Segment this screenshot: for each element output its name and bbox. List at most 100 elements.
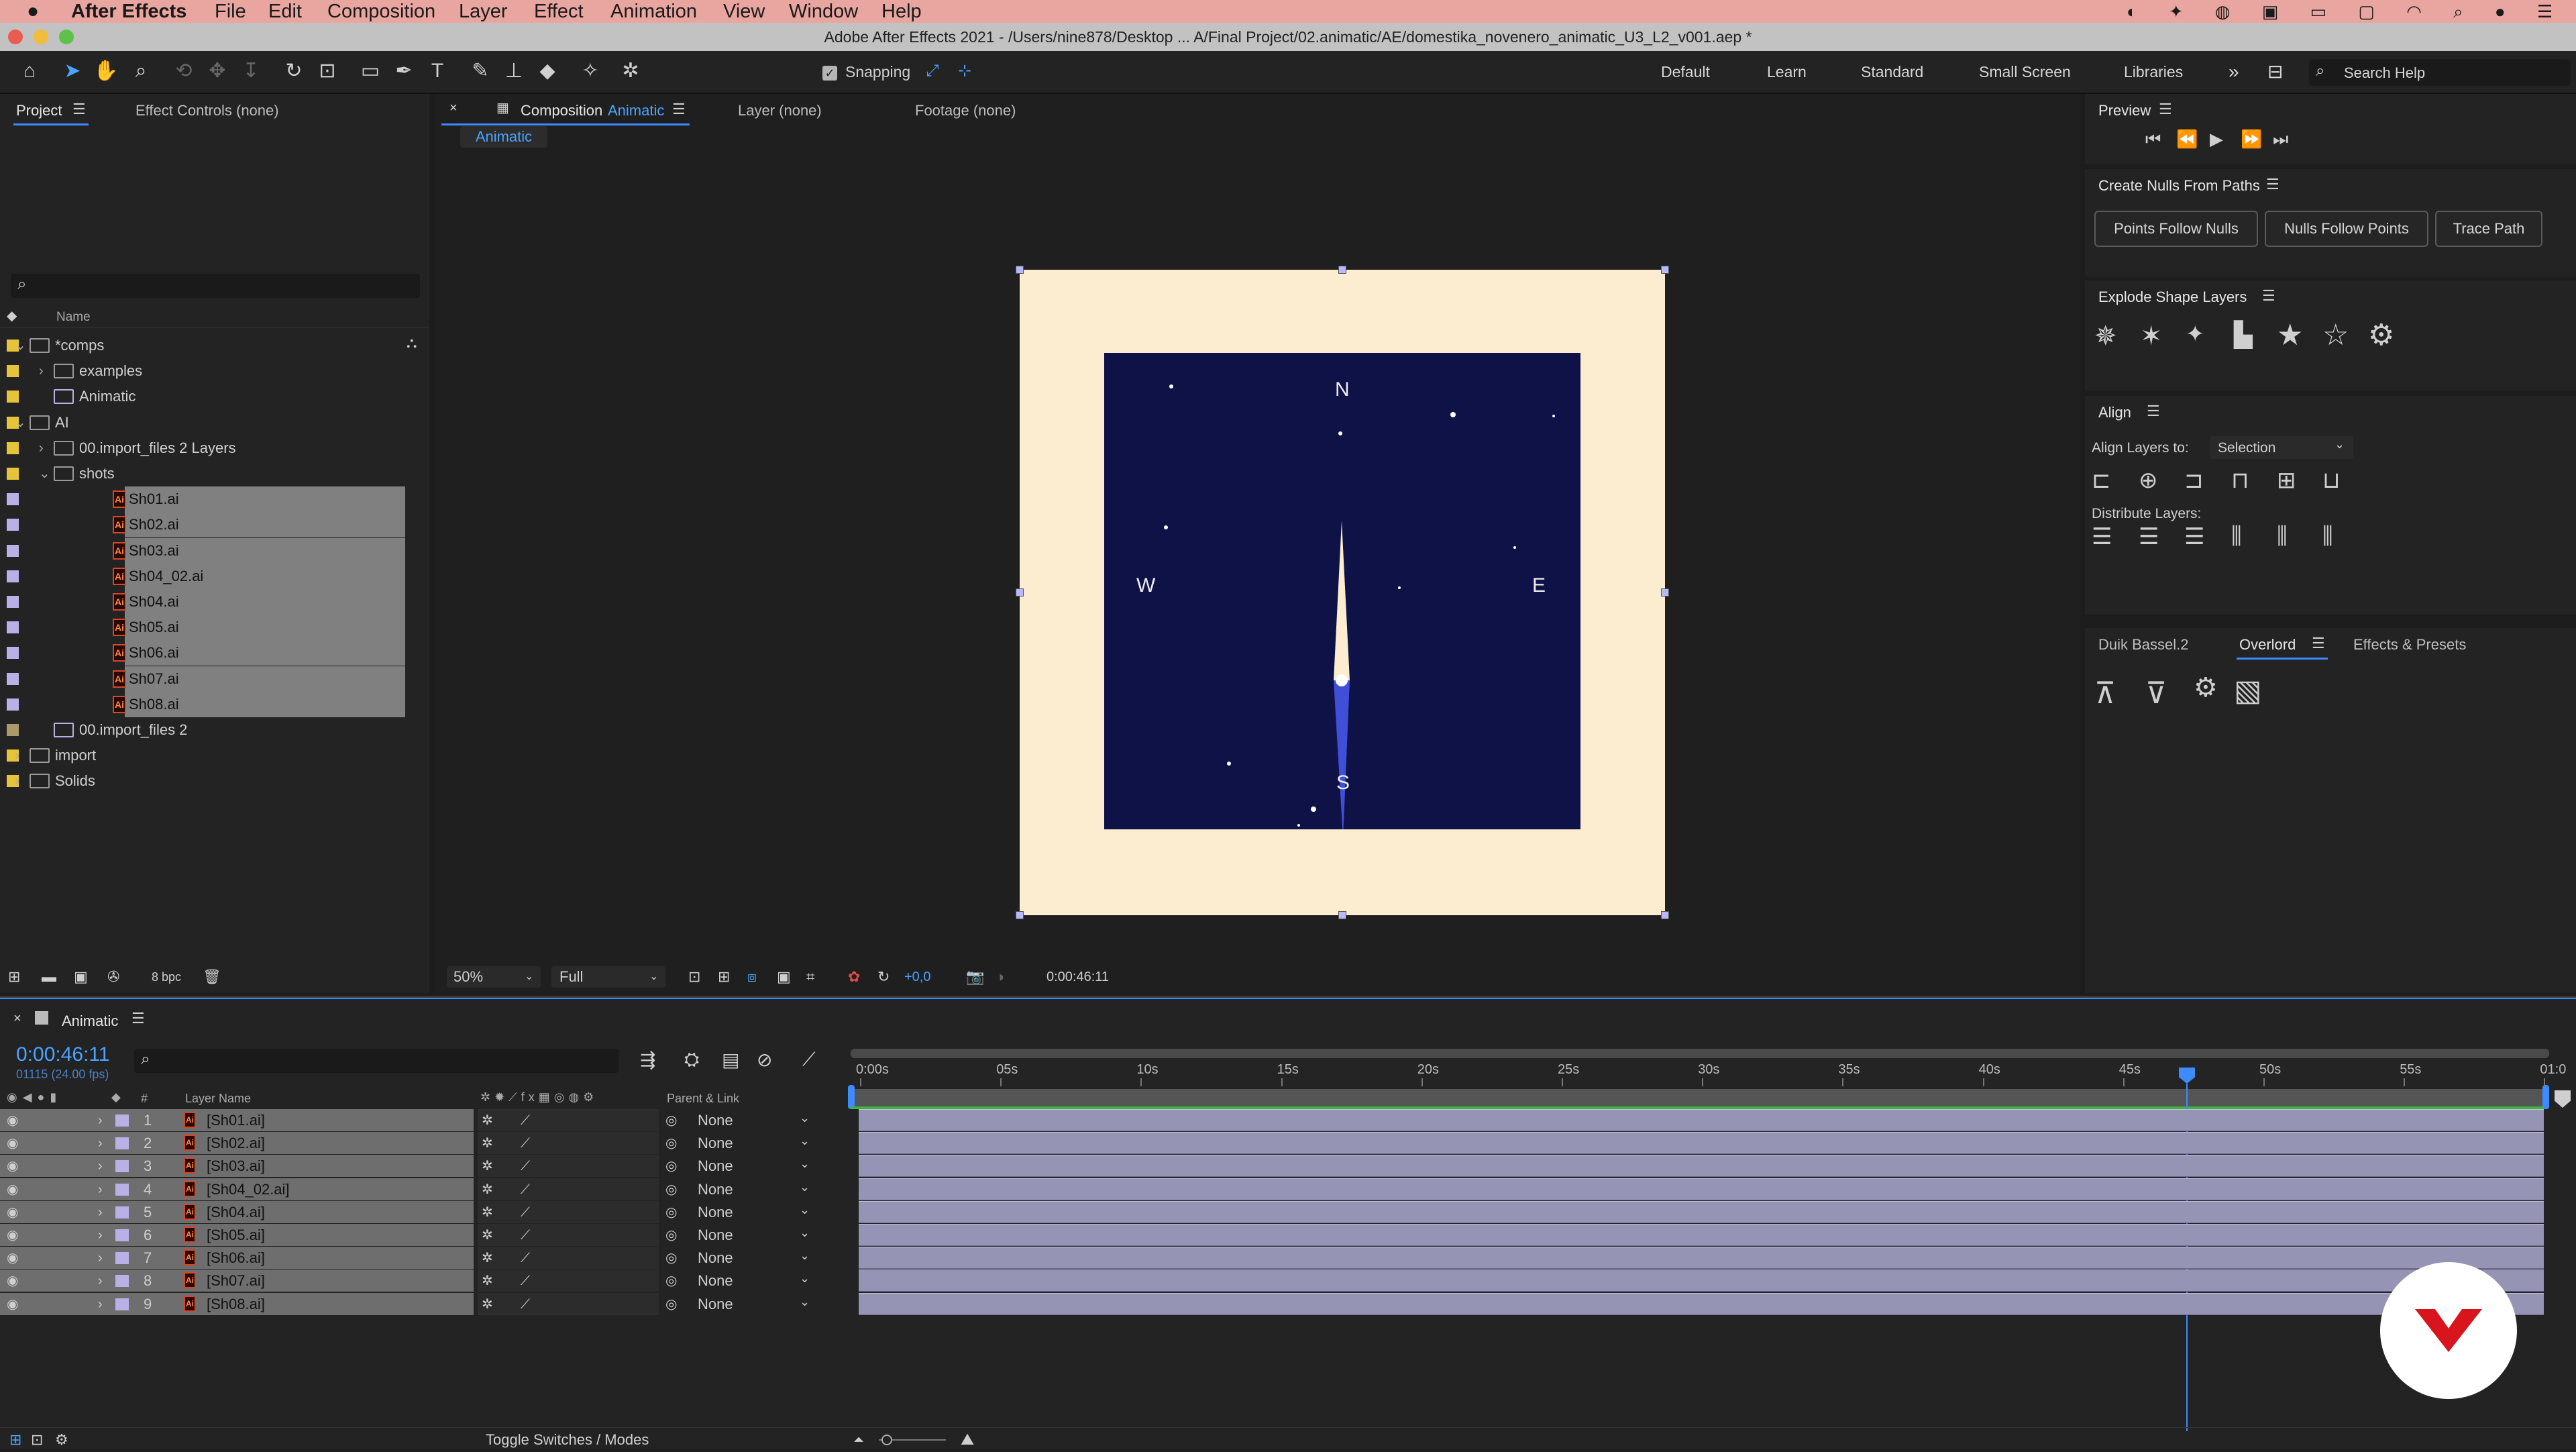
project-item[interactable]: Ai Sh08.ai xyxy=(7,691,405,717)
new-comp-icon[interactable]: ▣ xyxy=(74,964,88,990)
tab-effects-presets[interactable]: Effects & Presets xyxy=(2353,636,2466,654)
dolly-camera-icon[interactable]: ↧ xyxy=(237,58,264,85)
distribute-left-icon[interactable]: ⫼ xyxy=(2231,523,2242,550)
ai-explode-icon[interactable]: ✦ xyxy=(2186,321,2205,348)
distribute-h-center-icon[interactable]: ⫼ xyxy=(2277,523,2288,550)
layer-duration-bar[interactable] xyxy=(859,1292,2544,1315)
orbit-camera-icon[interactable]: ⟲ xyxy=(170,58,197,85)
menu-composition[interactable]: Composition xyxy=(327,0,435,23)
zoom-in-icon[interactable]: ⛰ xyxy=(961,1428,974,1452)
star-outline-icon[interactable]: ☆ xyxy=(2322,318,2349,352)
layer-duration-bar[interactable] xyxy=(859,1269,2544,1292)
selection-tool-icon[interactable]: ➤ xyxy=(59,58,86,85)
menu-edit[interactable]: Edit xyxy=(268,0,302,23)
project-item[interactable]: Ai Sh04_02.ai xyxy=(7,563,405,589)
menu-file[interactable]: File xyxy=(215,0,246,23)
label-swatch[interactable] xyxy=(7,570,19,582)
minimize-window-button[interactable] xyxy=(34,30,48,44)
label-tag-icon[interactable]: ◆ xyxy=(7,307,17,324)
grid-icon[interactable]: ⌗ xyxy=(806,964,814,990)
gear-icon[interactable]: ⚙ xyxy=(2368,318,2394,352)
workspace-standard[interactable]: Standard xyxy=(1861,51,1923,93)
project-item[interactable]: Ai Sh04.ai xyxy=(7,589,405,615)
explode-stars-icon[interactable]: ✵ xyxy=(2094,321,2117,352)
label-swatch[interactable] xyxy=(7,621,19,634)
project-menu-icon[interactable]: ☰ xyxy=(72,101,86,118)
project-item[interactable]: Ai Sh03.ai xyxy=(7,537,405,564)
chevron-right-icon[interactable]: › xyxy=(39,435,44,461)
handle-bottom-left[interactable] xyxy=(1016,911,1024,919)
label-swatch[interactable] xyxy=(7,519,19,531)
zoom-out-icon[interactable]: ⏶ xyxy=(853,1428,864,1452)
label-swatch[interactable] xyxy=(7,468,19,480)
app-menu[interactable]: After Effects xyxy=(71,0,186,23)
chevron-right-icon[interactable]: › xyxy=(15,768,19,794)
preview-menu-icon[interactable]: ☰ xyxy=(2159,101,2172,118)
prev-frame-icon[interactable]: ⏪ xyxy=(2176,129,2198,150)
exposure-value[interactable]: +0,0 xyxy=(904,964,930,990)
handle-top-left[interactable] xyxy=(1016,266,1024,274)
menu-help[interactable]: Help xyxy=(881,0,922,23)
chevron-right-icon[interactable]: › xyxy=(15,743,19,768)
apple-icon[interactable]: ● xyxy=(27,0,39,23)
tab-overlord[interactable]: Overlord xyxy=(2239,636,2296,654)
project-item[interactable]: 00.import_files 2 xyxy=(0,717,429,743)
align-to-dropdown[interactable]: Selection ⌄ xyxy=(2210,436,2353,459)
roto-brush-tool-icon[interactable]: ✧ xyxy=(577,58,604,85)
align-bottom-icon[interactable]: ⊔ xyxy=(2322,467,2341,494)
tab-layer[interactable]: Layer (none) xyxy=(738,102,822,119)
more-workspaces-icon[interactable]: » xyxy=(2229,51,2239,93)
guides-icon[interactable]: ▣ xyxy=(777,964,791,990)
star-filled-icon[interactable]: ★ xyxy=(2277,318,2303,352)
project-item[interactable]: ⌄ AI xyxy=(0,410,429,435)
clone-stamp-tool-icon[interactable]: ⊥ xyxy=(500,58,527,85)
mask-path-icon[interactable]: ⧈ xyxy=(747,964,757,990)
project-item[interactable]: › import xyxy=(0,743,429,768)
layer-duration-bar[interactable] xyxy=(859,1109,2544,1131)
comp-breadcrumb[interactable]: Animatic xyxy=(460,126,547,148)
tab-effect-controls[interactable]: Effect Controls (none) xyxy=(136,102,279,119)
bit-depth-label[interactable]: 8 bpc xyxy=(152,964,181,990)
project-item[interactable]: › Solids xyxy=(0,768,429,794)
snapping-checkbox[interactable]: ✓ xyxy=(822,66,837,81)
tab-project[interactable]: Project xyxy=(16,102,62,119)
transparency-grid-icon[interactable]: ⊞ xyxy=(718,964,730,990)
snap-grid-icon[interactable]: ⊹ xyxy=(951,58,978,85)
label-swatch[interactable] xyxy=(7,672,19,685)
puppet-tool-icon[interactable]: ✲ xyxy=(617,58,644,85)
trace-path-button[interactable]: Trace Path xyxy=(2435,211,2542,247)
project-item[interactable]: Ai Sh01.ai xyxy=(7,486,405,513)
handle-top-right[interactable] xyxy=(1661,266,1669,274)
project-item[interactable]: › examples xyxy=(0,358,429,384)
project-item[interactable]: Ai Sh02.ai xyxy=(7,512,405,538)
workspace-small-screen[interactable]: Small Screen xyxy=(1979,51,2071,93)
anchor-point-tool-icon[interactable]: ⊡ xyxy=(314,58,341,85)
layer-duration-bar[interactable] xyxy=(859,1224,2544,1246)
label-swatch[interactable] xyxy=(7,391,19,403)
next-frame-icon[interactable]: ⏩ xyxy=(2241,129,2262,150)
expand-switches-icon[interactable]: ⊞ xyxy=(9,1428,21,1452)
first-frame-icon[interactable]: ⏮ xyxy=(2145,129,2161,150)
label-swatch[interactable] xyxy=(7,647,19,660)
layer-duration-bar[interactable] xyxy=(859,1247,2544,1269)
menu-layer[interactable]: Layer xyxy=(459,0,508,23)
align-h-center-icon[interactable]: ⊕ xyxy=(2139,467,2158,494)
overlord-settings-icon[interactable]: ⚙ xyxy=(2194,672,2218,703)
overlord-link-icon[interactable]: ▧ xyxy=(2234,674,2262,708)
zoom-window-button[interactable] xyxy=(59,30,74,44)
handle-mid-right[interactable] xyxy=(1661,588,1669,597)
pan-camera-icon[interactable]: ✥ xyxy=(204,58,231,85)
viewer-menu-icon[interactable]: ☰ xyxy=(672,101,686,118)
viewer-timecode[interactable]: 0:00:46:11 xyxy=(1046,964,1109,990)
chevron-down-icon[interactable]: ⌄ xyxy=(15,333,26,358)
align-v-center-icon[interactable]: ⊞ xyxy=(2277,467,2296,494)
project-settings-icon[interactable]: ✇ xyxy=(107,964,119,990)
chevron-down-icon[interactable]: ⌄ xyxy=(15,410,26,435)
label-swatch[interactable] xyxy=(7,493,19,506)
expand-stretch-icon[interactable]: ⚙ xyxy=(55,1428,68,1452)
tab-footage[interactable]: Footage (none) xyxy=(915,102,1016,119)
project-item[interactable]: ⌄ *comps xyxy=(0,333,429,358)
distribute-v-center-icon[interactable]: ☰ xyxy=(2139,523,2159,550)
delete-icon[interactable]: 🗑 xyxy=(203,964,221,990)
tab-composition[interactable]: Composition xyxy=(521,102,602,119)
